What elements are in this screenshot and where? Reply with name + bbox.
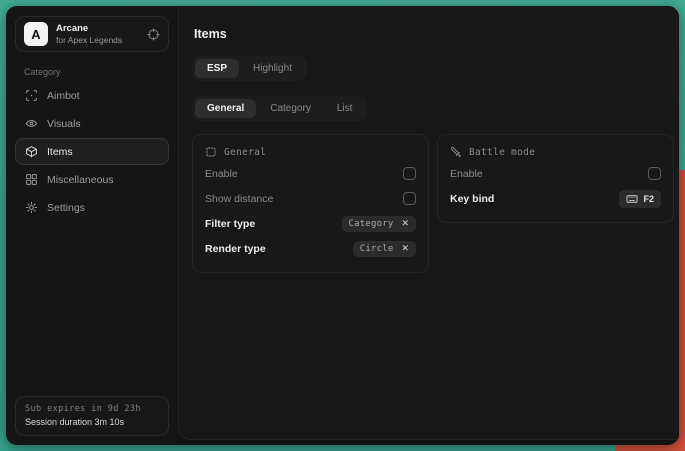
keybind-badge[interactable]: F2 [619,190,661,208]
row-label: Enable [205,168,238,180]
tab-esp[interactable]: ESP [195,59,239,78]
crosshair-icon[interactable] [147,28,160,41]
sidebar-item-label: Visuals [47,118,81,130]
render-type-chip[interactable]: Circle ✕ [353,241,416,257]
page-title: Items [194,27,674,41]
app-subtitle: for Apex Legends [56,35,122,45]
show-distance-checkbox[interactable] [403,192,416,205]
remove-icon[interactable]: ✕ [401,219,409,228]
sidebar-item-label: Settings [47,202,85,214]
gear-icon [25,201,38,214]
keyboard-icon [626,193,638,205]
row-key-bind: Key bind F2 [450,186,661,211]
row-battle-enable: Enable [450,161,661,186]
sidebar-item-aimbot[interactable]: Aimbot [15,82,169,109]
row-render-type: Render type Circle ✕ [205,236,416,261]
brand-text: Arcane for Apex Legends [56,23,122,45]
box-select-icon [205,146,217,158]
battle-mode-panel-header: Battle mode [450,146,661,158]
enable-checkbox[interactable] [403,167,416,180]
tab-category[interactable]: Category [258,99,323,118]
focus-target-icon [25,89,38,102]
row-enable: Enable [205,161,416,186]
grid-icon [25,173,38,186]
package-icon [25,145,38,158]
general-panel: General Enable Show distance Filter type… [192,134,429,273]
app-logo: A [24,22,48,46]
sidebar-item-label: Aimbot [47,90,80,102]
sub-expires-text: Sub expires in 9d 23h [25,404,159,414]
tab-list[interactable]: List [325,99,365,118]
tab-general[interactable]: General [195,99,256,118]
row-label: Render type [205,243,266,255]
sidebar-item-miscellaneous[interactable]: Miscellaneous [15,166,169,193]
panel-title: Battle mode [469,147,535,158]
battle-enable-checkbox[interactable] [648,167,661,180]
sidebar-item-settings[interactable]: Settings [15,194,169,221]
keybind-value: F2 [643,194,654,204]
filter-type-chip[interactable]: Category ✕ [342,216,417,232]
remove-icon[interactable]: ✕ [401,244,409,253]
app-name: Arcane [56,23,122,34]
general-panel-header: General [205,146,416,158]
battle-mode-panel: Battle mode Enable Key bind [437,134,674,223]
sword-icon [450,146,462,158]
sidebar-category-label: Category [24,67,169,77]
brand-card: A Arcane for Apex Legends [15,16,169,52]
row-label: Key bind [450,193,494,205]
row-label: Filter type [205,218,255,230]
main-content: Items ESP Highlight General Category Lis… [178,6,679,440]
sidebar-item-items[interactable]: Items [15,138,169,165]
chip-value: Category [349,219,394,229]
sidebar-item-label: Items [47,146,73,158]
row-filter-type: Filter type Category ✕ [205,211,416,236]
sidebar-item-visuals[interactable]: Visuals [15,110,169,137]
session-duration-text: Session duration 3m 10s [25,417,159,427]
tab-highlight[interactable]: Highlight [241,59,304,78]
panel-title: General [224,147,266,158]
eye-icon [25,117,38,130]
row-label: Enable [450,168,483,180]
sidebar-item-label: Miscellaneous [47,174,114,186]
desktop-background: A Arcane for Apex Legends Category [0,0,685,451]
settings-panels: General Enable Show distance Filter type… [192,134,674,273]
row-label: Show distance [205,193,273,205]
chip-value: Circle [360,244,394,254]
row-show-distance: Show distance [205,186,416,211]
sidebar: A Arcane for Apex Legends Category [6,6,178,445]
app-window: A Arcane for Apex Legends Category [6,6,679,445]
mode-tab-group: ESP Highlight [192,56,307,81]
sidebar-nav: Aimbot Visuals [15,82,169,221]
view-tab-group: General Category List [192,96,367,121]
subscription-info-card: Sub expires in 9d 23h Session duration 3… [15,396,169,436]
